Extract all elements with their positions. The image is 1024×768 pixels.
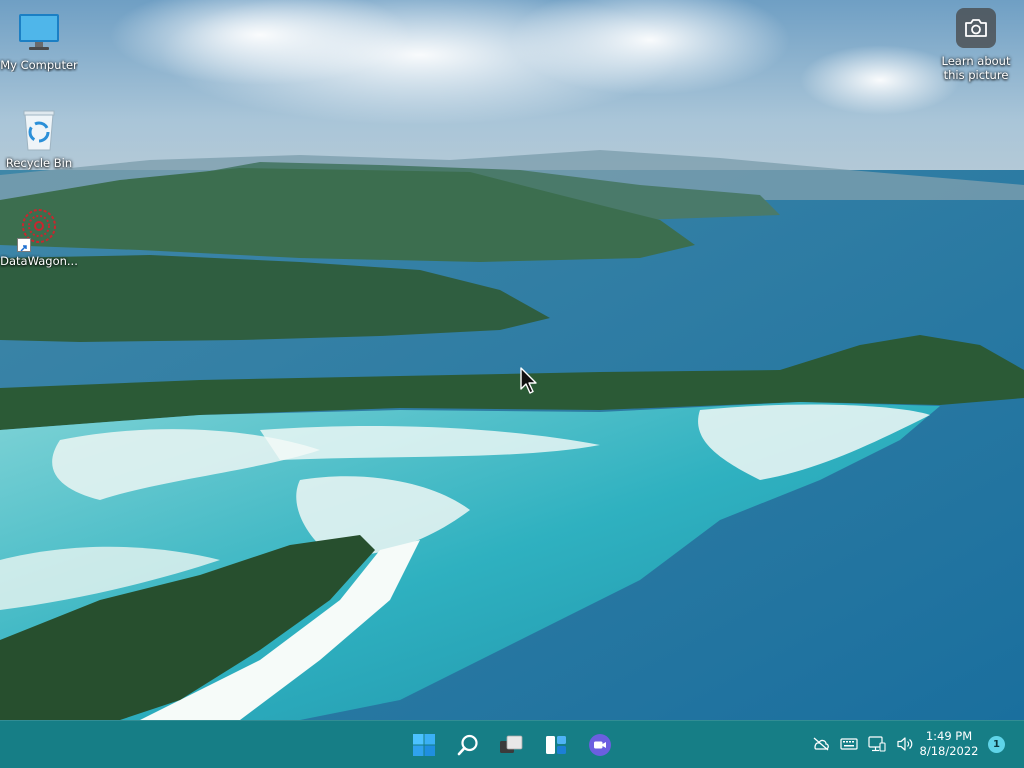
- widgets-button[interactable]: [536, 727, 576, 763]
- cloud-off-icon[interactable]: [810, 733, 832, 755]
- desktop-icon-my-computer[interactable]: My Computer: [0, 8, 78, 72]
- task-view-icon: [500, 735, 523, 753]
- network-icon[interactable]: [866, 733, 888, 755]
- keyboard-icon[interactable]: [838, 733, 860, 755]
- start-button[interactable]: [404, 727, 444, 763]
- clock-time: 1:49 PM: [925, 729, 973, 743]
- clock-date: 8/18/2022: [919, 744, 979, 758]
- desktop-icon-recycle-bin[interactable]: Recycle Bin: [0, 106, 78, 170]
- desktop-icon-label: My Computer: [0, 58, 78, 72]
- desktop[interactable]: My Computer Recycle Bin DataWagon... Lea…: [0, 0, 1024, 720]
- taskbar-apps: [404, 727, 620, 763]
- recycle-bin-icon: [15, 106, 63, 154]
- spotlight-label-line2: this picture: [943, 68, 1009, 82]
- desktop-icon-label: Recycle Bin: [5, 156, 73, 170]
- system-tray: [810, 733, 916, 755]
- chat-icon: [589, 734, 611, 756]
- notification-badge[interactable]: 1: [988, 736, 1005, 753]
- learn-about-picture[interactable]: Learn about this picture: [936, 8, 1016, 82]
- chat-button[interactable]: [580, 727, 620, 763]
- widgets-icon: [546, 736, 566, 754]
- desktop-icon-label: DataWagon...: [0, 254, 78, 268]
- camera-icon: [956, 8, 996, 48]
- datawagon-icon: [15, 204, 63, 252]
- volume-icon[interactable]: [894, 733, 916, 755]
- desktop-icon-datawagon[interactable]: DataWagon...: [0, 204, 78, 268]
- wallpaper-image: [0, 0, 1024, 720]
- taskbar: 1:49 PM 8/18/2022 1: [0, 720, 1024, 768]
- windows-logo-icon: [413, 734, 435, 756]
- task-view-button[interactable]: [492, 727, 532, 763]
- mouse-cursor-icon: [520, 367, 537, 394]
- search-button[interactable]: [448, 727, 488, 763]
- spotlight-label-line1: Learn about: [941, 54, 1011, 68]
- monitor-icon: [15, 8, 63, 56]
- shortcut-arrow-icon: [17, 238, 31, 252]
- taskbar-clock[interactable]: 1:49 PM 8/18/2022: [916, 729, 982, 759]
- search-icon: [457, 734, 478, 756]
